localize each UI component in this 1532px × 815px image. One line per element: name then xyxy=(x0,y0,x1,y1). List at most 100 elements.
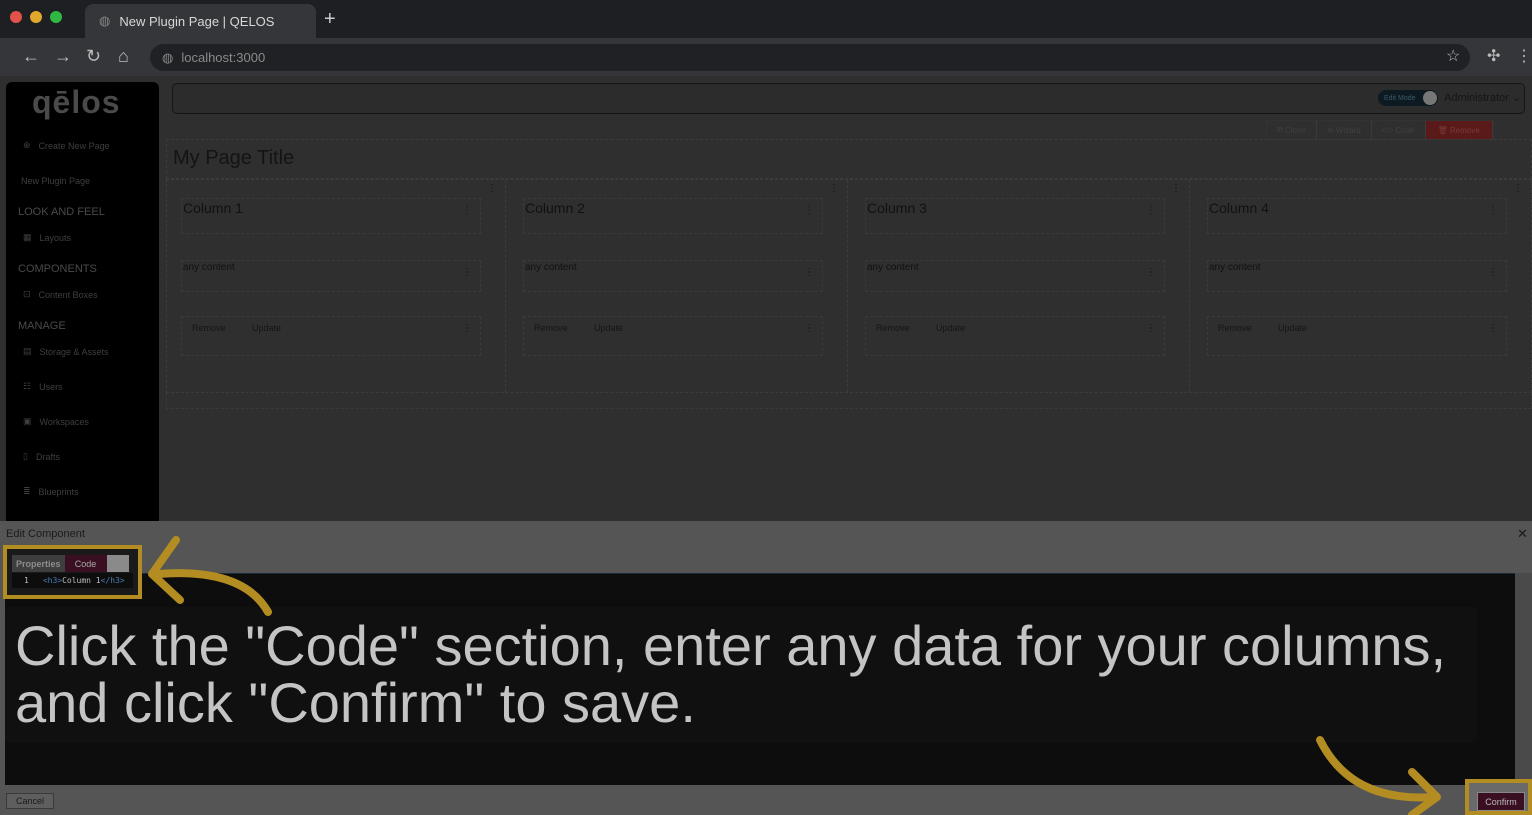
plus-circle-icon: ⊕ xyxy=(23,140,31,150)
component-toolbar: ⧉ Clone ≋ Wizard </> Code 🗑 Remove xyxy=(1266,120,1494,140)
sidebar-item[interactable]: ⊡ Content Boxes xyxy=(23,289,98,300)
heading-block[interactable]: Column 3 ⋮ xyxy=(865,198,1165,234)
remove-button[interactable]: Remove xyxy=(876,323,910,333)
dialog-footer xyxy=(0,785,1532,815)
more-icon[interactable]: ⋮ xyxy=(1513,183,1523,194)
heading-block[interactable]: Column 4 ⋮ xyxy=(1207,198,1507,234)
create-new-page-button[interactable]: ⊕ Create New Page xyxy=(23,140,110,151)
tab-properties[interactable]: Properties xyxy=(12,555,65,572)
sidebar-item-label: Users xyxy=(39,381,63,392)
sidebar-item[interactable]: ▦ Layouts xyxy=(23,232,71,243)
more-icon[interactable]: ⋮ xyxy=(1488,205,1498,216)
sidebar-item[interactable]: ▤ Storage & Assets xyxy=(23,346,109,357)
sidebar-section-heading: MANAGE xyxy=(18,320,66,332)
update-button[interactable]: Update xyxy=(252,323,281,333)
reload-icon[interactable]: ↻ xyxy=(86,46,101,67)
more-icon[interactable]: ⋮ xyxy=(1146,323,1156,334)
sidebar-item-label: Drafts xyxy=(35,451,60,462)
content-block[interactable]: any content ⋮ xyxy=(523,260,823,292)
column[interactable]: ⋮ Column 1 ⋮ any content ⋮ Remove Update ⋮ xyxy=(166,180,506,392)
content-block[interactable]: any content ⋮ xyxy=(181,260,481,292)
globe-icon: ◍ xyxy=(162,49,174,65)
sidebar-item[interactable]: ▣ Workspaces xyxy=(23,416,89,427)
title-block[interactable] xyxy=(166,139,1532,179)
actions-block: Remove Update ⋮ xyxy=(523,316,823,356)
dialog-tabs: Properties Code xyxy=(12,555,129,572)
more-icon[interactable]: ⋮ xyxy=(829,183,839,194)
top-header xyxy=(172,83,1525,114)
more-icon[interactable]: ⋮ xyxy=(1171,183,1181,194)
home-icon[interactable]: ⌂ xyxy=(118,46,129,67)
line-number: 1 xyxy=(24,576,29,585)
content-block[interactable]: any content ⋮ xyxy=(1207,260,1507,292)
sidebar-item-label: Storage & Assets xyxy=(39,346,109,357)
update-button[interactable]: Update xyxy=(936,323,965,333)
editor-scrollbar[interactable] xyxy=(1515,573,1532,785)
sidebar-section-heading: COMPONENTS xyxy=(18,263,97,275)
maximize-window-button[interactable] xyxy=(50,11,62,23)
minimize-window-button[interactable] xyxy=(30,11,42,23)
url-input[interactable]: ◍ localhost:3000 xyxy=(150,44,1470,71)
column-heading: Column 3 xyxy=(867,200,927,216)
code-line[interactable]: 1 <h3>Column 1</h3> xyxy=(12,573,133,588)
back-icon[interactable]: ← xyxy=(22,46,40,67)
more-icon[interactable]: ⋮ xyxy=(1488,267,1498,278)
column[interactable]: ⋮ Column 2 ⋮ any content ⋮ Remove Update ⋮ xyxy=(508,180,848,392)
page-title: My Page Title xyxy=(173,147,295,169)
heading-block[interactable]: Column 1 ⋮ xyxy=(181,198,481,234)
update-button[interactable]: Update xyxy=(594,323,623,333)
more-icon[interactable]: ⋮ xyxy=(1146,205,1156,216)
new-tab-button[interactable]: + xyxy=(324,8,336,31)
content-block[interactable]: any content ⋮ xyxy=(865,260,1165,292)
sidebar-item[interactable]: ≣ Blueprints xyxy=(23,486,79,497)
remove-button[interactable]: 🗑 Remove xyxy=(1425,121,1493,139)
column-heading: Column 2 xyxy=(525,200,585,216)
remove-button[interactable]: Remove xyxy=(534,323,568,333)
more-icon[interactable]: ⋮ xyxy=(1488,323,1498,334)
star-icon[interactable]: ☆ xyxy=(1446,46,1460,66)
edit-mode-label: Edit Mode xyxy=(1384,94,1416,102)
close-icon[interactable]: ✕ xyxy=(1517,526,1528,542)
column[interactable]: ⋮ Column 3 ⋮ any content ⋮ Remove Update ⋮ xyxy=(850,180,1190,392)
remove-button[interactable]: Remove xyxy=(192,323,226,333)
cancel-button[interactable]: Cancel xyxy=(6,793,55,809)
update-button[interactable]: Update xyxy=(1278,323,1307,333)
edit-mode-toggle[interactable]: Edit Mode xyxy=(1378,90,1438,106)
wizard-button[interactable]: ≋ Wizard xyxy=(1317,121,1372,139)
column-content: any content xyxy=(1209,262,1261,273)
more-icon[interactable]: ⋮ xyxy=(804,267,814,278)
close-tag: </h3> xyxy=(100,576,125,585)
actions-block: Remove Update ⋮ xyxy=(865,316,1165,356)
more-icon[interactable]: ⋮ xyxy=(487,183,497,194)
file-icon: ▯ xyxy=(23,451,28,461)
tab-code[interactable]: Code xyxy=(64,555,107,572)
storage-icon: ▤ xyxy=(23,346,32,356)
close-window-button[interactable] xyxy=(10,11,22,23)
extensions-icon[interactable]: ✣ xyxy=(1487,46,1500,66)
column[interactable]: ⋮ Column 4 ⋮ any content ⋮ Remove Update ⋮ xyxy=(1192,180,1532,392)
create-label: Create New Page xyxy=(38,140,110,151)
more-icon[interactable]: ⋮ xyxy=(462,267,472,278)
actions-block: Remove Update ⋮ xyxy=(1207,316,1507,356)
more-icon[interactable]: ⋮ xyxy=(804,205,814,216)
sidebar-item-new-plugin-page[interactable]: New Plugin Page xyxy=(21,176,90,186)
tutorial-highlight xyxy=(3,545,142,599)
heading-block[interactable]: Column 2 ⋮ xyxy=(523,198,823,234)
more-icon[interactable]: ⋮ xyxy=(462,205,472,216)
sidebar-section-heading: LOOK AND FEEL xyxy=(18,206,105,218)
sidebar-item[interactable]: ▯ Drafts xyxy=(23,451,60,462)
code-button[interactable]: </> Code xyxy=(1372,121,1426,139)
more-icon[interactable]: ⋮ xyxy=(1146,267,1156,278)
user-menu[interactable]: Administrator ⌄ xyxy=(1444,91,1521,104)
sidebar-item[interactable]: ☷ Users xyxy=(23,381,63,392)
more-icon[interactable]: ⋮ xyxy=(804,323,814,334)
browser-tab[interactable]: ◍ New Plugin Page | QELOS xyxy=(85,4,316,38)
remove-button[interactable]: Remove xyxy=(1218,323,1252,333)
forward-icon[interactable]: → xyxy=(54,46,72,67)
column-content: any content xyxy=(525,262,577,273)
clone-button[interactable]: ⧉ Clone xyxy=(1267,121,1317,139)
menu-icon[interactable]: ⋮ xyxy=(1516,46,1532,66)
more-icon[interactable]: ⋮ xyxy=(462,323,472,334)
actions-block: Remove Update ⋮ xyxy=(181,316,481,356)
confirm-button[interactable]: Confirm xyxy=(1477,792,1525,811)
